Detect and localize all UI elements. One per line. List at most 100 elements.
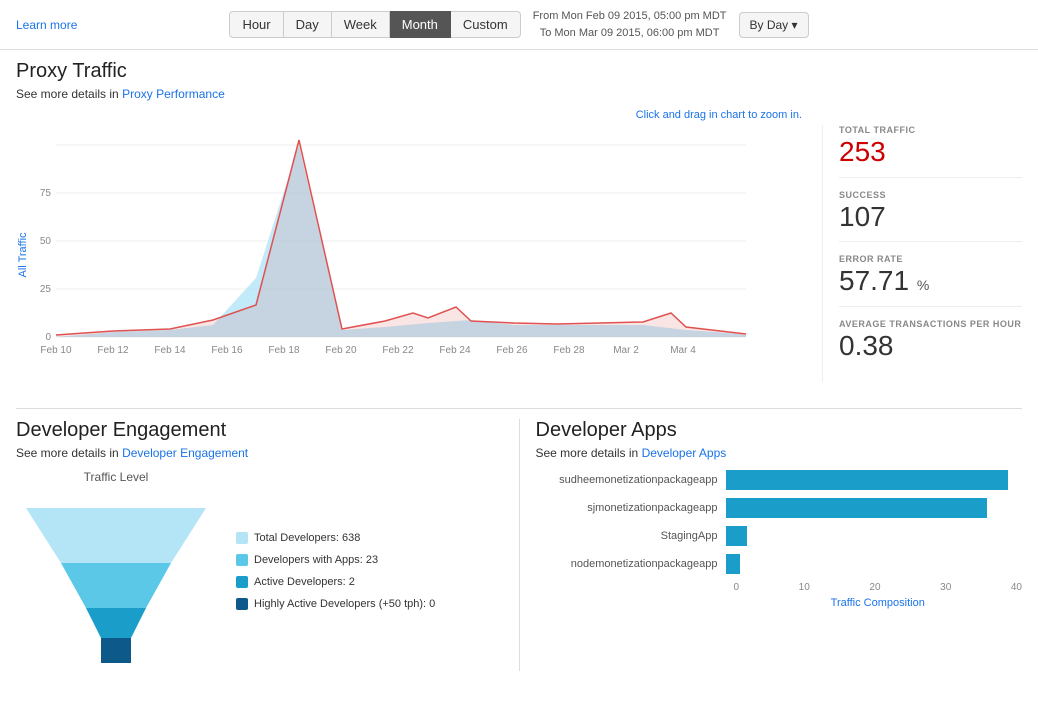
date-range-line2: To Mon Mar 09 2015, 06:00 pm MDT (533, 25, 727, 42)
custom-button[interactable]: Custom (451, 11, 521, 38)
developer-engagement-title: Developer Engagement (16, 419, 503, 442)
svg-text:Mar 2: Mar 2 (613, 345, 639, 356)
bar-row-3: nodemonetizationpackageapp (536, 554, 1023, 574)
legend-color-1 (236, 554, 248, 566)
svg-text:75: 75 (40, 188, 52, 199)
bar-track-1 (726, 498, 1023, 518)
svg-text:25: 25 (40, 284, 52, 295)
svg-text:Feb 18: Feb 18 (268, 345, 300, 356)
svg-text:All Traffic: All Traffic (17, 232, 29, 278)
error-rate-stat: ERROR RATE 57.71 % (839, 254, 1022, 307)
legend-text-3: Highly Active Developers (+50 tph): 0 (254, 593, 435, 615)
bar-label-0: sudheemonetizationpackageapp (536, 474, 726, 486)
learn-more-link[interactable]: Learn more (16, 18, 77, 32)
svg-text:Feb 26: Feb 26 (496, 345, 528, 356)
funnel-svg (16, 488, 216, 668)
proxy-traffic-subtitle-text: See more details in (16, 87, 122, 101)
funnel-container: Traffic Level Total (16, 470, 503, 671)
developer-apps-link[interactable]: Developer Apps (642, 446, 727, 460)
bar-label-2: StagingApp (536, 530, 726, 542)
proxy-traffic-container: All Traffic 0 25 50 75 (16, 125, 1022, 388)
error-rate-label: ERROR RATE (839, 254, 1022, 264)
dev-apps-subtitle-text: See more details in (536, 446, 642, 460)
week-button[interactable]: Week (332, 11, 390, 38)
success-value: 107 (839, 200, 1022, 234)
dev-engagement-subtitle-text: See more details in (16, 446, 122, 460)
legend-color-0 (236, 532, 248, 544)
bar-track-3 (726, 554, 1023, 574)
legend-color-3 (236, 598, 248, 610)
proxy-traffic-section: Proxy Traffic See more details in Proxy … (16, 60, 1022, 388)
proxy-traffic-title: Proxy Traffic (16, 60, 1022, 83)
bar-fill-1 (726, 498, 987, 518)
error-rate-unit: % (917, 277, 929, 293)
total-traffic-value: 253 (839, 135, 1022, 169)
bar-label-3: nodemonetizationpackageapp (536, 558, 726, 570)
bar-axis-title: Traffic Composition (734, 597, 1023, 609)
bar-track-2 (726, 526, 1023, 546)
hour-button[interactable]: Hour (229, 11, 283, 38)
funnel-svg-area: Traffic Level (16, 470, 216, 671)
svg-text:Feb 20: Feb 20 (325, 345, 357, 356)
bar-rows: sudheemonetizationpackageapp sjmonetizat… (536, 470, 1023, 574)
top-bar: Learn more Hour Day Week Month Custom Fr… (0, 0, 1038, 50)
developer-apps-subtitle: See more details in Developer Apps (536, 446, 1023, 460)
bar-chart: sudheemonetizationpackageapp sjmonetizat… (536, 470, 1023, 609)
bar-fill-2 (726, 526, 747, 546)
proxy-performance-link[interactable]: Proxy Performance (122, 87, 225, 101)
svg-text:Feb 24: Feb 24 (439, 345, 471, 356)
svg-text:Mar 4: Mar 4 (670, 345, 696, 356)
legend-item-1: Developers with Apps: 23 (236, 549, 435, 571)
bar-label-1: sjmonetizationpackageapp (536, 502, 726, 514)
developer-apps-title: Developer Apps (536, 419, 1023, 442)
avg-transactions-value: 0.38 (839, 329, 1022, 363)
bar-fill-0 (726, 470, 1008, 490)
legend-text-0: Total Developers: 638 (254, 527, 360, 549)
bar-axis-labels: 0 10 20 30 40 (734, 582, 1023, 593)
bar-axis: 0 10 20 30 40 (734, 582, 1023, 593)
developer-apps-section: Developer Apps See more details in Devel… (520, 419, 1023, 671)
svg-text:0: 0 (45, 332, 51, 343)
proxy-traffic-chart: All Traffic 0 25 50 75 (16, 125, 806, 388)
time-buttons: Hour Day Week Month Custom (229, 11, 520, 38)
proxy-traffic-subtitle: See more details in Proxy Performance (16, 87, 1022, 101)
traffic-svg: All Traffic 0 25 50 75 (16, 125, 756, 385)
stats-panel: TOTAL TRAFFIC 253 SUCCESS 107 ERROR RATE… (822, 125, 1022, 382)
legend-item-3: Highly Active Developers (+50 tph): 0 (236, 593, 435, 615)
svg-text:50: 50 (40, 236, 52, 247)
svg-text:Feb 12: Feb 12 (97, 345, 129, 356)
total-traffic-stat: TOTAL TRAFFIC 253 (839, 125, 1022, 178)
bar-row-2: StagingApp (536, 526, 1023, 546)
legend-text-2: Active Developers: 2 (254, 571, 355, 593)
day-button[interactable]: Day (284, 11, 332, 38)
svg-text:Feb 10: Feb 10 (40, 345, 72, 356)
avg-transactions-stat: AVERAGE TRANSACTIONS PER HOUR 0.38 (839, 319, 1022, 371)
developer-engagement-subtitle: See more details in Developer Engagement (16, 446, 503, 460)
bar-row-1: sjmonetizationpackageapp (536, 498, 1023, 518)
success-label: SUCCESS (839, 190, 1022, 200)
total-traffic-label: TOTAL TRAFFIC (839, 125, 1022, 135)
month-button[interactable]: Month (390, 11, 451, 38)
legend-color-2 (236, 576, 248, 588)
date-range-line1: From Mon Feb 09 2015, 05:00 pm MDT (533, 8, 727, 25)
funnel-title: Traffic Level (16, 470, 216, 484)
bar-fill-3 (726, 554, 740, 574)
main-content: Proxy Traffic See more details in Proxy … (0, 50, 1038, 681)
legend-text-1: Developers with Apps: 23 (254, 549, 378, 571)
developer-engagement-link[interactable]: Developer Engagement (122, 446, 248, 460)
date-range: From Mon Feb 09 2015, 05:00 pm MDT To Mo… (533, 8, 727, 41)
error-rate-value: 57.71 % (839, 264, 1022, 298)
avg-transactions-label: AVERAGE TRANSACTIONS PER HOUR (839, 319, 1022, 329)
developer-engagement-section: Developer Engagement See more details in… (16, 419, 520, 671)
success-stat: SUCCESS 107 (839, 190, 1022, 243)
by-day-button[interactable]: By Day ▾ (739, 12, 809, 38)
legend-item-2: Active Developers: 2 (236, 571, 435, 593)
bottom-sections: Developer Engagement See more details in… (16, 408, 1022, 671)
svg-text:Feb 16: Feb 16 (211, 345, 243, 356)
legend-item-0: Total Developers: 638 (236, 527, 435, 549)
funnel-legend: Total Developers: 638 Developers with Ap… (236, 527, 435, 615)
bar-track-0 (726, 470, 1023, 490)
svg-text:Feb 22: Feb 22 (382, 345, 414, 356)
svg-text:Feb 14: Feb 14 (154, 345, 186, 356)
svg-text:Feb 28: Feb 28 (553, 345, 585, 356)
